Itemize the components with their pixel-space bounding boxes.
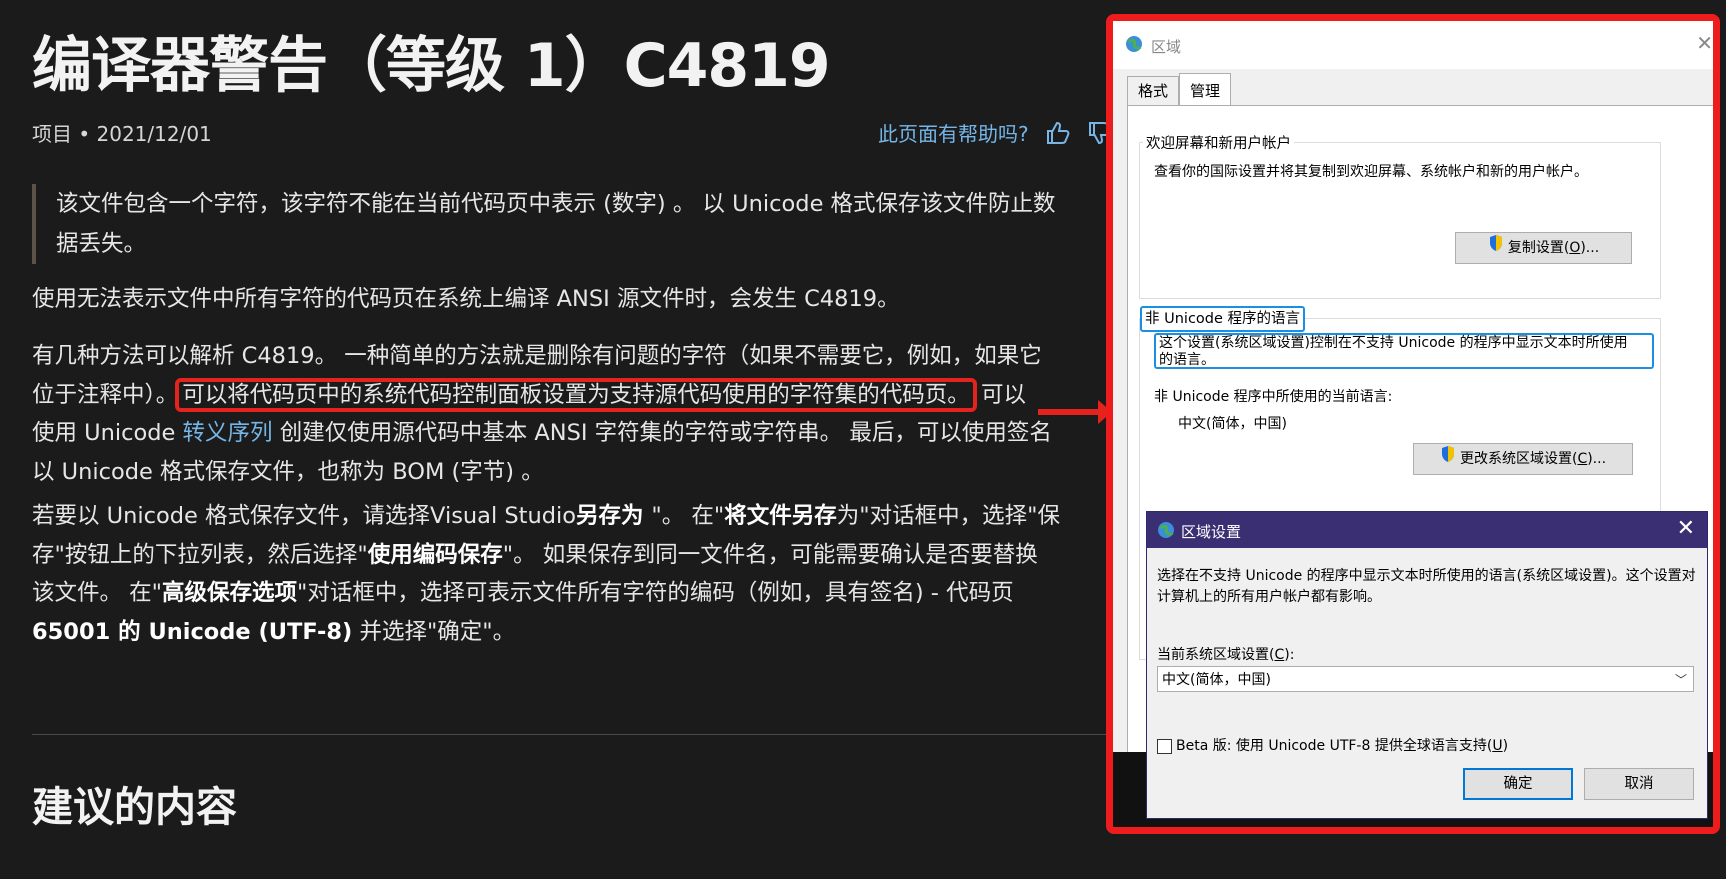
- region-settings-titlebar: 区域设置 ✕: [1147, 512, 1707, 548]
- p2-line-4: 以 Unicode 格式保存文件，也称为 BOM (字节) 。: [32, 458, 544, 485]
- uac-shield-icon: [1488, 233, 1504, 263]
- copy-settings-label: 复制设置(: [1507, 240, 1570, 256]
- p3-line-1: 若要以 Unicode 格式保存文件，请选择Visual Studio另存为 "…: [32, 497, 1102, 536]
- p3-text: "。 在": [651, 503, 725, 529]
- current-language-value: 中文(简体，中国): [1178, 416, 1287, 432]
- system-locale-label-tail: ):: [1284, 647, 1295, 663]
- system-locale-accesskey: C: [1274, 647, 1285, 663]
- change-locale-ellipsis: )...: [1587, 451, 1607, 467]
- p3-text: 为"对话框中，选择"保: [836, 503, 1060, 529]
- p3-text: "对话框中，选择可表示文件所有字符的编码（例如，具有签名) - 代码页: [297, 580, 1014, 606]
- close-icon[interactable]: ✕: [1696, 31, 1713, 55]
- p2-text: 可以: [980, 381, 1026, 408]
- p3-line-3: 该文件。 在"高级保存选项"对话框中，选择可表示文件所有字符的编码（例如，具有签…: [32, 574, 1102, 613]
- p3-bold: 将文件另存: [724, 503, 837, 529]
- p3-text: 存"按钮上的下拉列表，然后选择": [32, 541, 368, 568]
- p2-line-1: 有几种方法可以解析 C4819。 一种简单的方法就是删除有问题的字符（如果不需要…: [32, 343, 1042, 369]
- welcome-group-text: 查看你的国际设置并将其复制到欢迎屏幕、系统帐户和新的用户帐户。: [1154, 164, 1588, 180]
- note-blockquote: 该文件包含一个字符，该字符不能在当前代码页中表示 (数字) 。 以 Unicod…: [32, 184, 1056, 264]
- region-titlebar: 区域 ✕: [1113, 21, 1713, 69]
- beta-utf8-checkbox[interactable]: Beta 版: 使用 Unicode UTF-8 提供全球语言支持(U): [1157, 735, 1508, 755]
- uac-shield-icon: [1440, 444, 1456, 474]
- p3-text: "。 如果保存到同一文件名，可能需要确认是否要替换: [502, 541, 1038, 568]
- globe-icon: [1125, 35, 1143, 57]
- nonunicode-desc-line-1: 这个设置(系统区域设置)控制在不支持 Unicode 的程序中显示文本时所使用: [1159, 335, 1628, 351]
- tab-formats[interactable]: 格式: [1127, 76, 1180, 105]
- region-settings-title: 区域设置: [1181, 523, 1242, 541]
- system-locale-label-text: 当前系统区域设置(: [1157, 647, 1275, 663]
- copy-settings-ellipsis: )...: [1580, 240, 1600, 256]
- p2-text: 位于注释中）。: [32, 381, 179, 408]
- nonunicode-group-label: 非 Unicode 程序的语言: [1140, 306, 1306, 332]
- checkbox-box[interactable]: [1157, 738, 1172, 754]
- p3-text: 若要以 Unicode 格式保存文件，请选择Visual Studio: [32, 503, 577, 529]
- nonunicode-desc-line-2: 的语言。: [1159, 352, 1215, 368]
- system-locale-select[interactable]: 中文(简体，中国) ﹀: [1157, 666, 1694, 692]
- region-title: 区域: [1151, 38, 1182, 56]
- change-system-locale-button[interactable]: 更改系统区域设置(C)...: [1413, 443, 1633, 475]
- highlighted-sentence: 可以将代码页中的系统代码控制面板设置为支持源代码使用的字符集的代码页。: [175, 377, 977, 412]
- p2-line-2: 位于注释中）。 可以将代码页中的系统代码控制面板设置为支持源代码使用的字符集的代码…: [32, 376, 1102, 415]
- p3-line-4: 65001 的 Unicode (UTF-8) 并选择"确定"。: [32, 613, 1102, 652]
- p3-text: 并选择"确定"。: [359, 618, 516, 645]
- beta-utf8-label: Beta 版: 使用 Unicode UTF-8 提供全球语言支持(: [1176, 738, 1493, 754]
- p3-bold: 使用编码保存: [367, 541, 503, 568]
- globe-icon: [1157, 521, 1175, 543]
- feedback-text: 此页面有帮助吗?: [878, 122, 1029, 146]
- system-locale-label: 当前系统区域设置(C):: [1157, 644, 1294, 664]
- ok-button[interactable]: 确定: [1463, 768, 1573, 800]
- cancel-button[interactable]: 取消: [1584, 768, 1694, 800]
- tab-administrative[interactable]: 管理: [1179, 73, 1232, 105]
- p3-bold: 65001 的 Unicode (UTF-8): [32, 618, 353, 645]
- nonunicode-description: 这个设置(系统区域设置)控制在不支持 Unicode 的程序中显示文本时所使用 …: [1154, 333, 1654, 369]
- change-locale-accesskey: C: [1577, 451, 1588, 467]
- paragraph-2: 有几种方法可以解析 C4819。 一种简单的方法就是删除有问题的字符（如果不需要…: [32, 337, 1102, 491]
- page-title: 编译器警告（等级 1）C4819: [32, 31, 831, 101]
- copy-settings-button[interactable]: 复制设置(O)...: [1455, 232, 1632, 264]
- section-heading: 建议的内容: [32, 783, 237, 831]
- paragraph-1: 使用无法表示文件中所有字符的代码页在系统上编译 ANSI 源文件时，会发生 C4…: [32, 286, 900, 312]
- beta-utf8-accesskey: U: [1492, 738, 1503, 754]
- section-divider: [32, 734, 1107, 735]
- escape-sequence-link[interactable]: 转义序列: [183, 420, 273, 446]
- feedback-prompt: 此页面有帮助吗?: [878, 118, 1113, 150]
- thumbs-up-icon[interactable]: [1045, 121, 1071, 150]
- region-settings-description: 选择在不支持 Unicode 的程序中显示文本时所使用的语言(系统区域设置)。这…: [1157, 568, 1696, 605]
- change-locale-label: 更改系统区域设置(: [1459, 451, 1578, 467]
- p2-text: 创建仅使用源代码中基本 ANSI 字符集的字符或字符串。 最后，可以使用签名: [272, 420, 1052, 446]
- chevron-down-icon: ﹀: [1674, 673, 1687, 687]
- p3-line-2: 存"按钮上的下拉列表，然后选择"使用编码保存"。 如果保存到同一文件名，可能需要…: [32, 536, 1102, 575]
- region-settings-dialog: 区域设置 ✕ 选择在不支持 Unicode 的程序中显示文本时所使用的语言(系统…: [1146, 511, 1708, 819]
- p2-text: 使用 Unicode: [32, 420, 183, 446]
- current-language-label: 非 Unicode 程序中所使用的当前语言:: [1154, 389, 1393, 405]
- p3-bold: 高级保存选项: [162, 580, 298, 606]
- article-meta: 项目 • 2021/12/01: [32, 122, 212, 146]
- copy-settings-accesskey: O: [1569, 240, 1581, 256]
- p3-bold: 另存为: [576, 503, 652, 529]
- p2-line-3: 使用 Unicode 转义序列 创建仅使用源代码中基本 ANSI 字符集的字符或…: [32, 414, 1102, 453]
- welcome-group-label: 欢迎屏幕和新用户帐户: [1143, 132, 1294, 153]
- paragraph-3: 若要以 Unicode 格式保存文件，请选择Visual Studio另存为 "…: [32, 497, 1102, 651]
- system-locale-value: 中文(简体，中国): [1162, 672, 1271, 688]
- p3-text: 该文件。 在": [32, 580, 163, 606]
- beta-utf8-label-tail: ): [1502, 738, 1509, 754]
- close-icon[interactable]: ✕: [1677, 516, 1695, 541]
